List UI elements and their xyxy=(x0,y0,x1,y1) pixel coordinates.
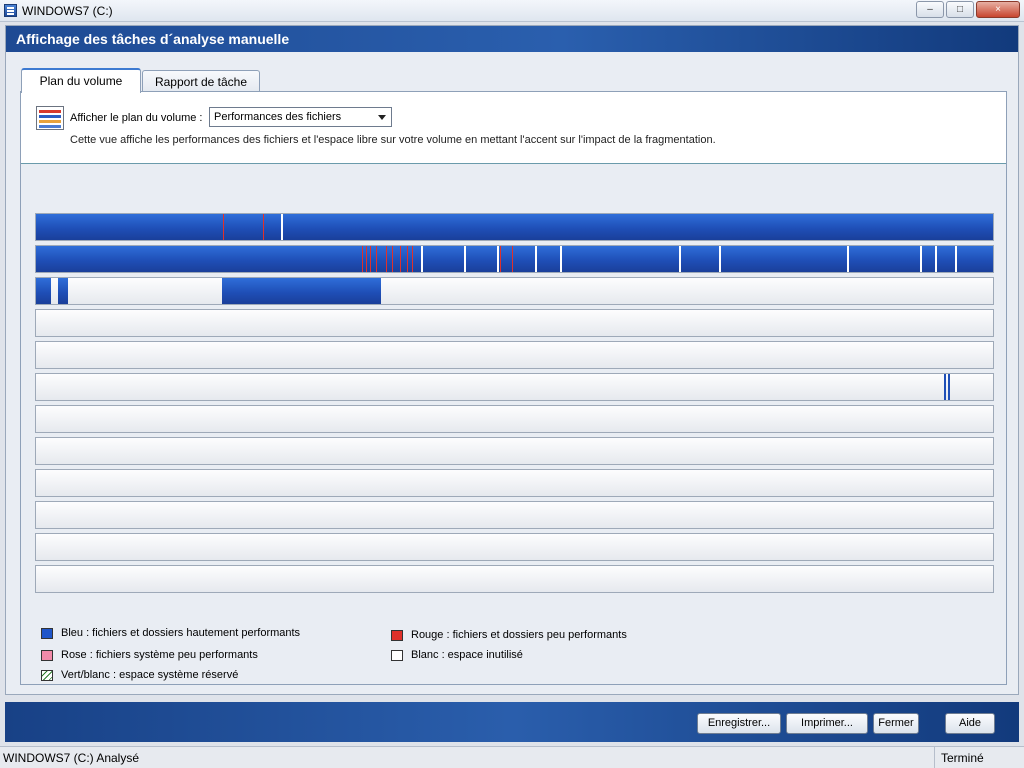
save-button[interactable]: Enregistrer... xyxy=(697,713,781,734)
map-segment xyxy=(36,214,993,240)
close-button[interactable]: Fermer xyxy=(873,713,919,734)
legend-red: Rouge : fichiers et dossiers peu perform… xyxy=(391,629,627,641)
map-row xyxy=(35,341,994,369)
map-row xyxy=(35,213,994,241)
map-marker xyxy=(392,246,393,272)
map-marker xyxy=(948,374,950,400)
map-row xyxy=(35,565,994,593)
map-options: Afficher le plan du volume : Performance… xyxy=(21,92,1006,164)
map-marker xyxy=(362,246,363,272)
blue-swatch xyxy=(41,628,53,639)
help-button[interactable]: Aide xyxy=(945,713,995,734)
map-marker xyxy=(935,246,937,272)
main-frame: Affichage des tâches d´analyse manuelle … xyxy=(5,25,1019,695)
pink-swatch xyxy=(41,650,53,661)
map-row xyxy=(35,245,994,273)
map-marker xyxy=(920,246,922,272)
legend-label: Blanc : espace inutilisé xyxy=(411,649,523,661)
map-view-select[interactable]: Performances des fichiers xyxy=(209,107,392,127)
map-view-value: Performances des fichiers xyxy=(214,111,342,123)
map-marker xyxy=(376,246,377,272)
map-marker xyxy=(386,246,387,272)
volume-map-icon xyxy=(36,106,64,130)
legend-hatched: Vert/blanc : espace système réservé xyxy=(41,669,238,681)
map-marker xyxy=(400,246,401,272)
title-bar: WINDOWS7 (C:) – □ × xyxy=(0,0,1024,22)
map-marker xyxy=(944,374,946,400)
map-marker xyxy=(719,246,721,272)
map-segment xyxy=(36,246,993,272)
footer-band: Enregistrer... Imprimer... Fermer Aide xyxy=(5,702,1019,742)
map-marker xyxy=(370,246,371,272)
map-marker xyxy=(500,246,501,272)
map-marker xyxy=(955,246,957,272)
legend-label: Vert/blanc : espace système réservé xyxy=(61,669,239,681)
map-marker xyxy=(497,246,499,272)
window-title: WINDOWS7 (C:) xyxy=(22,4,113,18)
volume-map-panel: Afficher le plan du volume : Performance… xyxy=(20,91,1007,685)
status-text: WINDOWS7 (C:) Analysé xyxy=(3,751,140,765)
minimize-button[interactable]: – xyxy=(916,1,944,18)
print-button[interactable]: Imprimer... xyxy=(786,713,868,734)
legend-white: Blanc : espace inutilisé xyxy=(391,649,523,661)
map-segment xyxy=(58,278,68,304)
map-segment xyxy=(36,278,51,304)
window-controls: – □ × xyxy=(916,1,1020,18)
map-row xyxy=(35,469,994,497)
white-swatch xyxy=(391,650,403,661)
legend-pink: Rose : fichiers système peu performants xyxy=(41,649,258,661)
legend-label: Rouge : fichiers et dossiers peu perform… xyxy=(411,629,627,641)
show-map-label: Afficher le plan du volume : xyxy=(70,112,203,124)
legend-blue: Bleu : fichiers et dossiers hautement pe… xyxy=(41,627,300,639)
header-band: Affichage des tâches d´analyse manuelle xyxy=(6,26,1018,52)
map-marker xyxy=(512,246,513,272)
hatched-swatch xyxy=(41,670,53,681)
volume-app-icon xyxy=(4,4,17,17)
status-bar: WINDOWS7 (C:) Analysé Terminé xyxy=(0,746,1024,768)
chevron-down-icon xyxy=(378,115,386,120)
map-row xyxy=(35,277,994,305)
map-row xyxy=(35,309,994,337)
map-segment xyxy=(222,278,381,304)
tab-volume-map[interactable]: Plan du volume xyxy=(21,68,141,93)
map-marker xyxy=(560,246,562,272)
volume-map xyxy=(35,213,994,597)
map-row xyxy=(35,437,994,465)
map-row xyxy=(35,405,994,433)
map-marker xyxy=(679,246,681,272)
map-marker xyxy=(847,246,849,272)
close-window-button[interactable]: × xyxy=(976,1,1020,18)
tab-task-report[interactable]: Rapport de tâche xyxy=(142,70,260,92)
map-marker xyxy=(407,246,408,272)
map-marker xyxy=(281,214,283,240)
map-marker xyxy=(263,214,264,240)
status-state: Terminé xyxy=(934,747,1024,768)
map-row xyxy=(35,533,994,561)
map-row xyxy=(35,373,994,401)
map-marker xyxy=(535,246,537,272)
map-marker xyxy=(421,246,423,272)
red-swatch xyxy=(391,630,403,641)
map-marker xyxy=(412,246,413,272)
legend-label: Rose : fichiers système peu performants xyxy=(61,649,258,661)
page-title: Affichage des tâches d´analyse manuelle xyxy=(16,31,290,47)
maximize-button[interactable]: □ xyxy=(946,1,974,18)
map-row xyxy=(35,501,994,529)
map-marker xyxy=(366,246,367,272)
map-marker xyxy=(223,214,224,240)
legend-label: Bleu : fichiers et dossiers hautement pe… xyxy=(61,627,301,639)
map-marker xyxy=(464,246,466,272)
map-description: Cette vue affiche les performances des f… xyxy=(70,134,716,146)
